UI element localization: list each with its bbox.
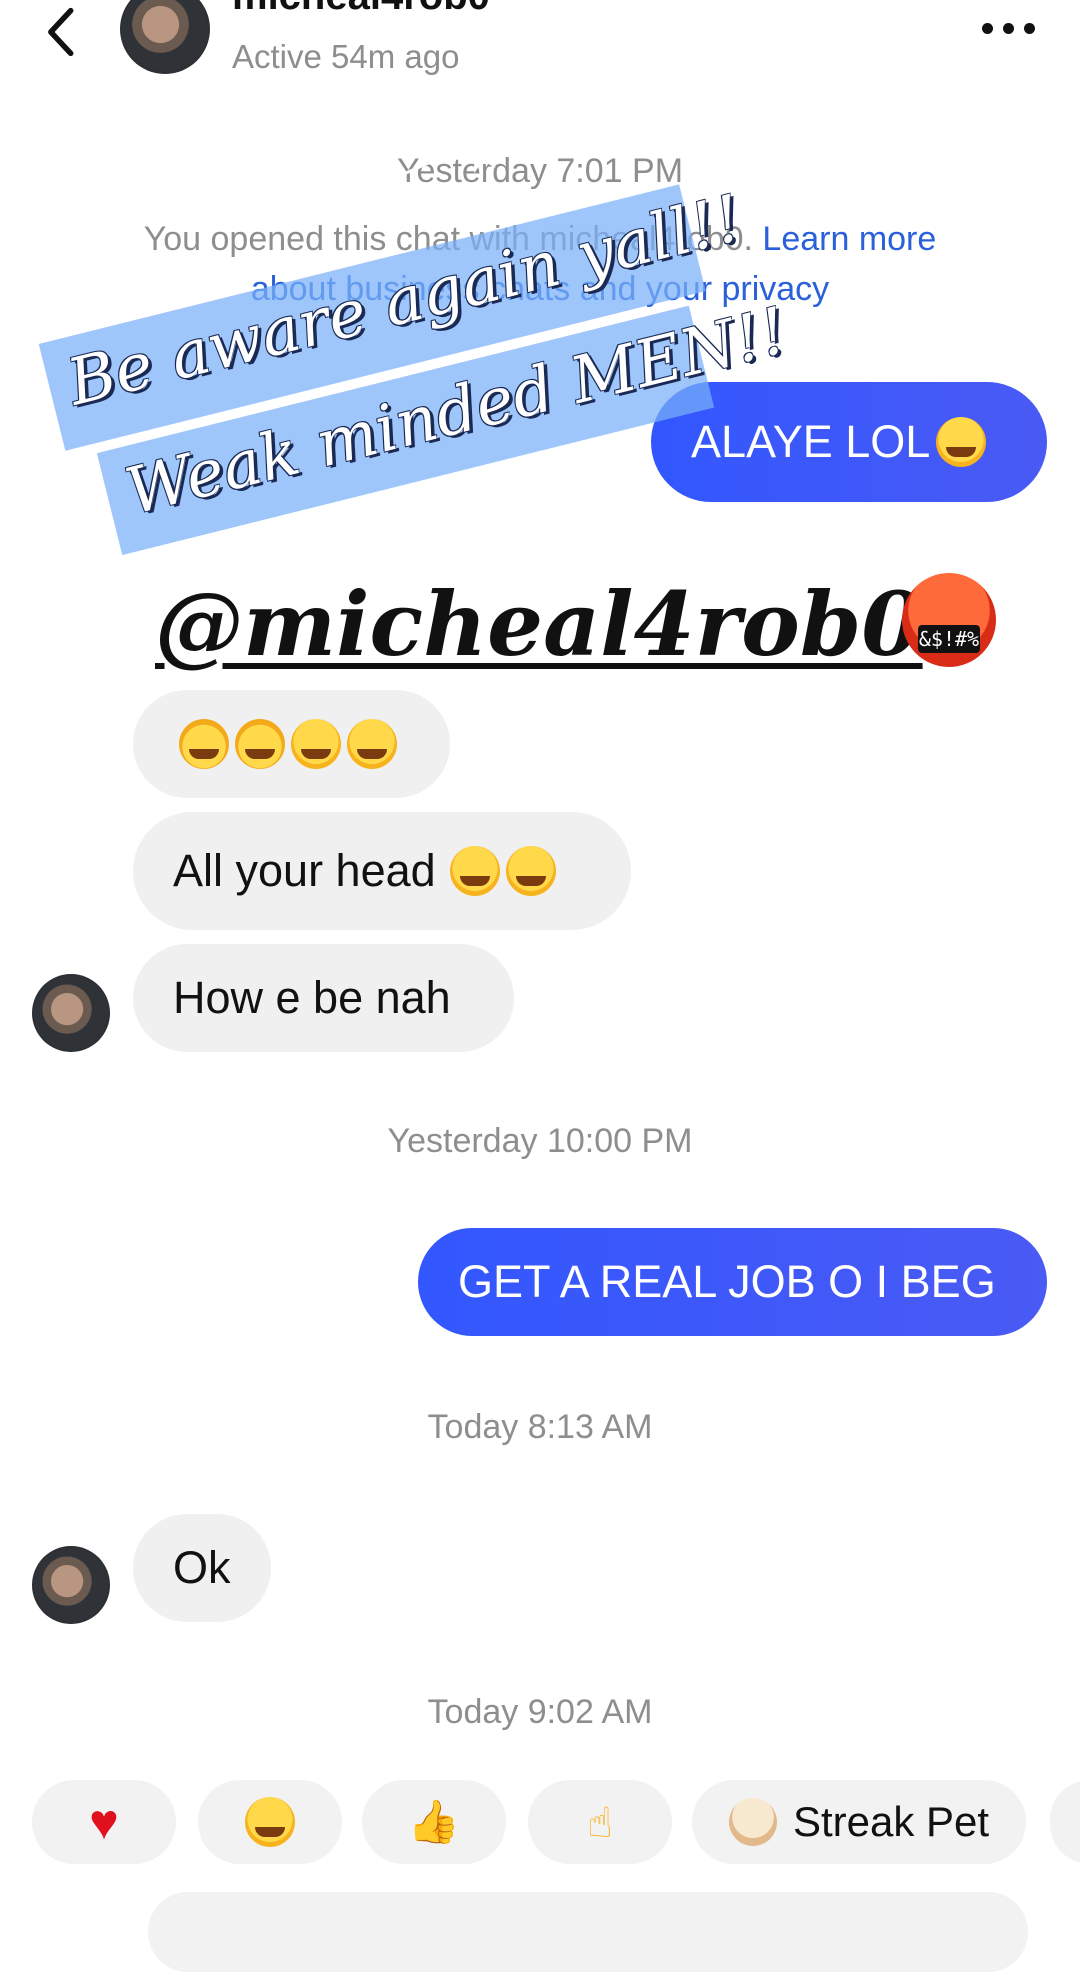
laughing-emoji-icon [505, 846, 556, 896]
laughing-emoji-icon [291, 719, 341, 769]
pointing-hand-icon: ☝ [587, 1798, 613, 1846]
symbols-bar: &$!#% [918, 625, 980, 653]
streak-pet-label: Streak Pet [792, 1798, 990, 1845]
laughing-emoji-icon [936, 417, 987, 467]
timestamp: Yesterday 10:00 PM [387, 1122, 693, 1160]
laughing-emoji-icon [347, 719, 397, 769]
more-dot-icon [981, 22, 993, 34]
tag-text: @micheal4rob0 [155, 572, 923, 676]
header-username[interactable]: micheal4rob0 [232, 0, 490, 19]
reaction-point[interactable]: ☝ [528, 1780, 672, 1864]
more-options-button[interactable] [976, 16, 1040, 40]
text-sticker-overlay: Be aware again yall!! Weak minded MEN!! [0, 61, 794, 556]
streak-pet-button[interactable]: Streak Pet [692, 1780, 1026, 1864]
reaction-laugh[interactable] [198, 1780, 342, 1864]
message-text: All your head [173, 845, 436, 896]
incoming-message[interactable]: Ok [133, 1514, 271, 1622]
incoming-message[interactable]: How e be nah [133, 944, 514, 1052]
active-status: Active 54m ago [232, 38, 460, 75]
avatar[interactable] [120, 0, 210, 74]
username-tag-overlay: @micheal4rob0 [155, 572, 923, 676]
egg-icon [728, 1798, 777, 1846]
more-dot-icon [1023, 22, 1035, 34]
timestamp: Today 8:13 AM [427, 1408, 653, 1446]
message-text: GET A REAL JOB O I BEG [458, 1256, 996, 1307]
more-dot-icon [1002, 22, 1014, 34]
sender-avatar[interactable] [32, 1546, 110, 1624]
sender-avatar[interactable] [32, 974, 110, 1052]
incoming-message[interactable]: All your head [133, 812, 631, 930]
laughing-emoji-icon [245, 1797, 295, 1847]
chevron-left-icon [48, 7, 74, 57]
cat-laughing-emoji-icon [179, 719, 229, 769]
message-input[interactable] [148, 1892, 1028, 1972]
sparkle-icon [355, 132, 500, 197]
message-text: ALAYE LOL [691, 416, 931, 467]
message-text: How e be nah [173, 972, 451, 1023]
message-text: Ok [173, 1542, 231, 1593]
reaction-heart[interactable]: ♥ [32, 1780, 176, 1864]
incoming-message[interactable] [133, 690, 450, 798]
cat-laughing-emoji-icon [235, 719, 285, 769]
thumbs-up-icon: 👍 [407, 1797, 461, 1845]
timestamp: Today 9:02 AM [427, 1693, 653, 1731]
back-button[interactable] [40, 2, 80, 62]
outgoing-message[interactable]: GET A REAL JOB O I BEG [418, 1228, 1047, 1336]
laughing-emoji-icon [449, 846, 500, 896]
reaction-more[interactable] [1050, 1780, 1080, 1864]
swearing-face-emoji-icon: &$!#% [902, 573, 996, 667]
heart-icon: ♥ [89, 1794, 119, 1850]
reaction-thumbs-up[interactable]: 👍 [362, 1780, 506, 1864]
